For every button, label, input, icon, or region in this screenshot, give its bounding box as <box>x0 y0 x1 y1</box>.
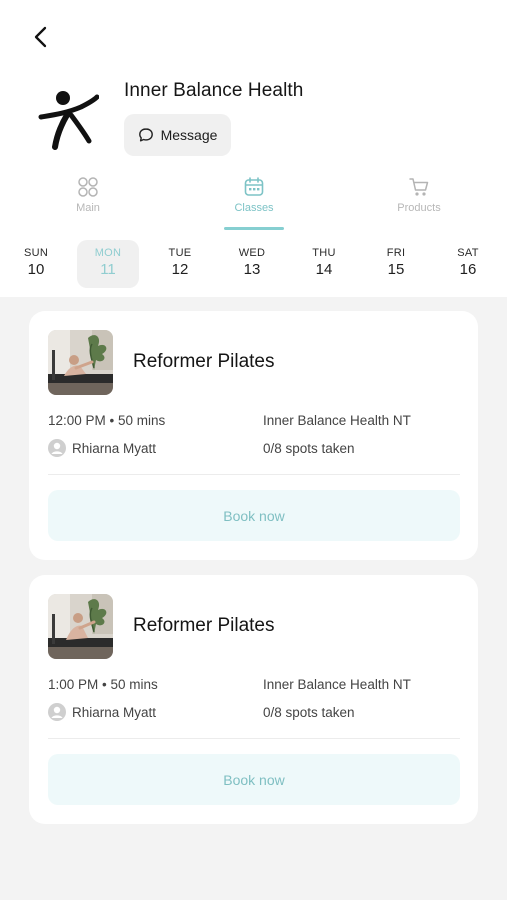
message-button[interactable]: Message <box>124 114 231 156</box>
class-title: Reformer Pilates <box>133 615 275 636</box>
cart-icon <box>409 178 429 196</box>
day-mon[interactable]: MON 11 <box>77 240 139 288</box>
day-number: 15 <box>387 261 405 278</box>
day-name: THU <box>312 247 336 259</box>
class-instructor: Rhiarna Myatt <box>48 439 156 457</box>
day-name: FRI <box>386 247 406 259</box>
book-now-button[interactable]: Book now <box>48 754 460 805</box>
day-name: TUE <box>168 247 192 259</box>
day-number: 16 <box>459 261 477 278</box>
tab-main-label: Main <box>76 202 100 214</box>
grid-icon <box>78 177 98 197</box>
back-button[interactable] <box>26 22 56 52</box>
class-location: Inner Balance Health NT <box>263 677 411 692</box>
divider <box>48 738 460 739</box>
day-number: 11 <box>100 261 116 278</box>
class-thumbnail <box>48 330 113 395</box>
day-number: 10 <box>27 261 45 278</box>
class-spots: 0/8 spots taken <box>263 705 355 720</box>
class-time: 12:00 PM • 50 mins <box>48 413 166 428</box>
header-panel: Inner Balance Health Message Main Classe… <box>0 0 507 297</box>
class-instructor: Rhiarna Myatt <box>48 703 156 721</box>
avatar-icon <box>48 703 66 721</box>
class-spots: 0/8 spots taken <box>263 441 355 456</box>
day-wed[interactable]: WED 13 <box>221 240 283 288</box>
book-now-button[interactable]: Book now <box>48 490 460 541</box>
tab-classes-label: Classes <box>234 202 274 214</box>
day-tue[interactable]: TUE 12 <box>149 240 211 288</box>
class-time: 1:00 PM • 50 mins <box>48 677 158 692</box>
day-fri[interactable]: FRI 15 <box>365 240 427 288</box>
day-thu[interactable]: THU 14 <box>293 240 355 288</box>
tab-main[interactable]: Main <box>38 176 138 232</box>
chat-bubble-icon <box>138 128 153 142</box>
day-name: SAT <box>457 247 479 259</box>
class-card[interactable]: Reformer Pilates 12:00 PM • 50 mins Inne… <box>29 311 478 560</box>
instructor-name: Rhiarna Myatt <box>72 440 157 456</box>
day-selector: SUN 10 MON 11 TUE 12 WED 13 THU 14 FRI 1… <box>0 238 507 292</box>
class-location: Inner Balance Health NT <box>263 413 411 428</box>
chevron-left-icon <box>34 26 47 48</box>
day-name: WED <box>238 247 266 259</box>
divider <box>48 474 460 475</box>
class-title: Reformer Pilates <box>133 351 275 372</box>
tab-classes[interactable]: Classes <box>204 176 304 232</box>
class-thumbnail <box>48 594 113 659</box>
tab-products-label: Products <box>397 202 441 214</box>
day-number: 14 <box>315 261 333 278</box>
day-number: 13 <box>243 261 261 278</box>
active-tab-indicator <box>224 227 284 230</box>
day-sun[interactable]: SUN 10 <box>5 240 67 288</box>
day-name: SUN <box>23 247 49 259</box>
instructor-name: Rhiarna Myatt <box>72 704 157 720</box>
studio-name: Inner Balance Health <box>124 80 304 101</box>
tab-products[interactable]: Products <box>369 176 469 232</box>
studio-logo <box>26 78 106 158</box>
day-number: 12 <box>171 261 189 278</box>
day-name: MON <box>94 247 122 259</box>
message-label: Message <box>160 127 218 143</box>
tab-bar: Main Classes Products <box>0 176 507 232</box>
day-sat[interactable]: SAT 16 <box>437 240 499 288</box>
avatar-icon <box>48 439 66 457</box>
class-card[interactable]: Reformer Pilates 1:00 PM • 50 mins Inner… <box>29 575 478 824</box>
calendar-icon <box>244 177 264 196</box>
